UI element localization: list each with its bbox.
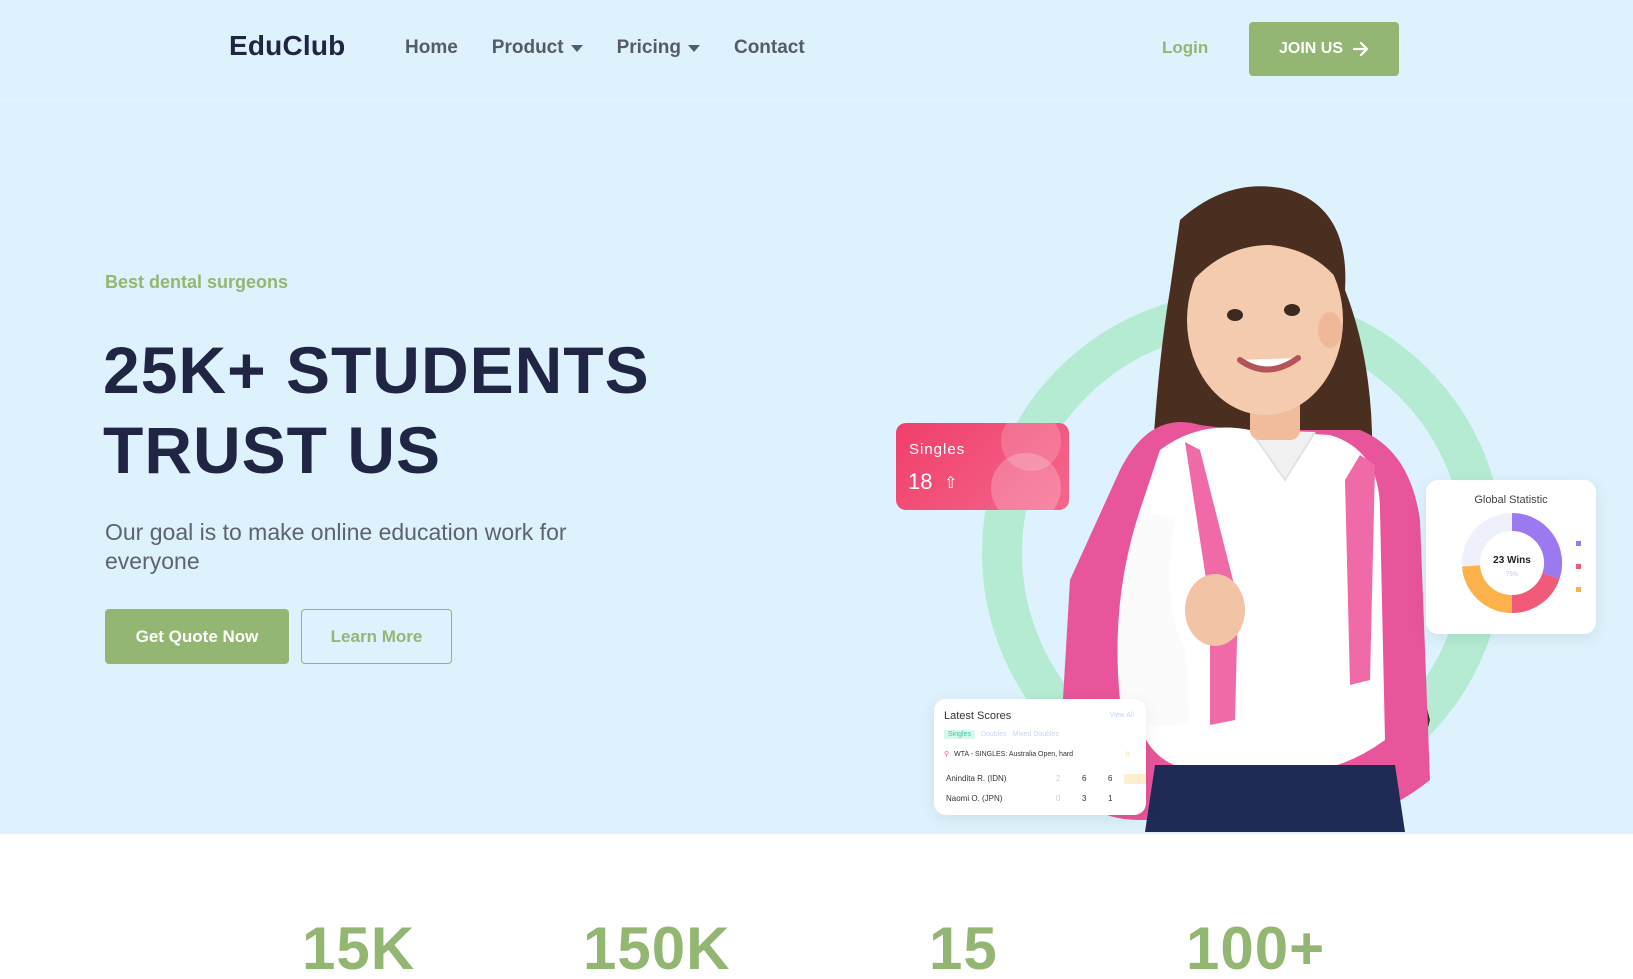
stat-value: 15K [302, 915, 416, 979]
legend-swatch [1576, 564, 1581, 569]
score-cell: 2 [1056, 774, 1061, 783]
singles-stat-card: Singles 18 ⇧ [896, 423, 1069, 510]
headline-line-2: TRUST US [103, 413, 441, 487]
caret-down-icon [570, 44, 583, 52]
donut-chart: 23 Wins 75% [1462, 512, 1581, 614]
nav-item-label: Home [405, 37, 458, 58]
score-cell: 6 [1082, 774, 1087, 783]
match-info: ⚲ WTA - SINGLES: Australia Open, hard ☆ [944, 750, 1131, 759]
donut-center-label: 23 Wins [1493, 555, 1531, 566]
hero-subtext: Our goal is to make online education wor… [105, 519, 567, 574]
hero-tagline: Best dental surgeons [105, 272, 289, 292]
main-menu: Home Product Pricing Contact [405, 37, 805, 59]
donut-center-sub: 75% [1506, 572, 1519, 578]
view-all-link[interactable]: View All [1110, 712, 1134, 719]
legend-swatch [1576, 541, 1581, 546]
learn-more-button[interactable]: Learn More [301, 609, 452, 664]
stats-section: 15K 150K 15 100+ [0, 834, 1633, 979]
trophy-icon: ☆ [1124, 751, 1131, 758]
headline-line-1: 25K+ STUDENTS [103, 333, 650, 407]
stat-value: 150K [583, 915, 731, 979]
nav-item-home[interactable]: Home [405, 37, 458, 59]
get-quote-button[interactable]: Get Quote Now [105, 609, 289, 664]
singles-label: Singles [909, 441, 966, 458]
tab-singles[interactable]: Singles [944, 730, 975, 739]
nav-item-label: Pricing [616, 37, 681, 58]
logo[interactable]: EduClub [229, 30, 346, 62]
legend-swatch [1576, 587, 1581, 592]
stat-value: 15 [929, 915, 998, 979]
join-us-button[interactable]: JOIN US [1249, 22, 1399, 76]
login-link[interactable]: Login [1162, 38, 1208, 58]
score-tabs: Singles Doubles Mixed Doubles [944, 730, 1059, 739]
score-cell: 6 [1108, 774, 1113, 783]
match-label: WTA - SINGLES: Australia Open, hard [954, 750, 1074, 758]
winner-badge [1124, 774, 1146, 784]
nav-item-product[interactable]: Product [492, 37, 583, 59]
latest-scores-title: Latest Scores [944, 710, 1012, 722]
arrow-right-icon [1353, 42, 1369, 56]
person-icon: ⚲ [944, 751, 950, 758]
nav-item-contact[interactable]: Contact [734, 37, 805, 59]
caret-down-icon [687, 44, 700, 52]
nav-item-label: Contact [733, 37, 805, 58]
stat-value: 100+ [1186, 915, 1326, 979]
tab-mixed-doubles[interactable]: Mixed Doubles [1013, 730, 1059, 739]
hero-headline: 25K+ STUDENTS TRUST US [103, 330, 803, 490]
player-name: Naomi O. (JPN) [946, 794, 1003, 803]
tab-doubles[interactable]: Doubles [981, 730, 1007, 739]
latest-scores-card: Latest Scores View All Singles Doubles M… [934, 699, 1146, 815]
global-statistic-card: Global Statistic 23 Wins 75% [1426, 480, 1596, 634]
score-cell: 3 [1082, 794, 1087, 803]
nav-item-label: Product [491, 37, 564, 58]
score-cell: 1 [1108, 794, 1113, 803]
score-cell: 0 [1056, 794, 1061, 803]
singles-value: 18 [908, 469, 933, 494]
nav-item-pricing[interactable]: Pricing [617, 37, 700, 59]
join-us-label: JOIN US [1278, 40, 1343, 57]
top-navbar: EduClub Home Product Pricing Contact Log… [0, 0, 1633, 100]
player-name: Anindita R. (IDN) [946, 774, 1007, 783]
arrow-up-icon: ⇧ [944, 475, 958, 492]
